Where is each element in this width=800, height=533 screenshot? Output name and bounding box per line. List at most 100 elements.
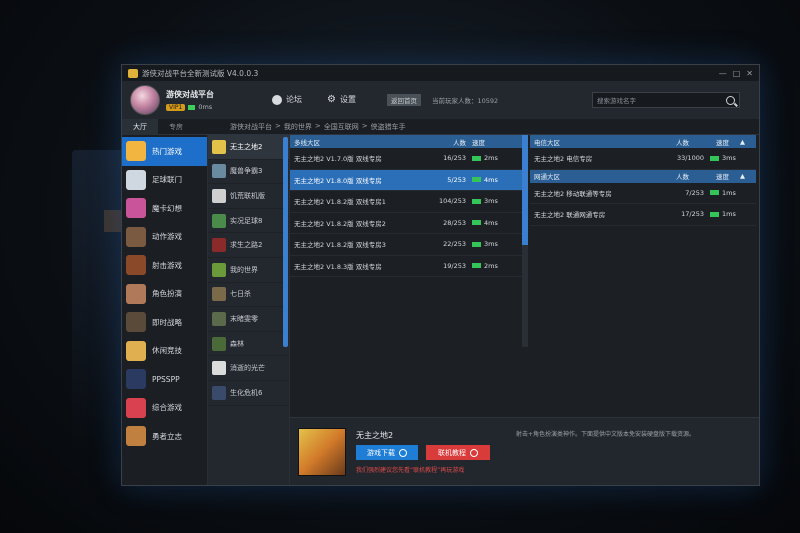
avatar[interactable] bbox=[130, 85, 160, 115]
game-item[interactable]: 七日杀 bbox=[208, 283, 289, 308]
signal-bar-icon bbox=[472, 263, 481, 269]
category-icon bbox=[126, 226, 146, 247]
category-item[interactable]: 休闲竞技 bbox=[122, 337, 207, 366]
game-label: 消逝的光芒 bbox=[230, 364, 265, 373]
settings-button[interactable]: ⚙ 设置 bbox=[327, 94, 356, 105]
forum-button[interactable]: 论坛 bbox=[272, 94, 302, 105]
game-item[interactable]: 消逝的光芒 bbox=[208, 356, 289, 381]
game-item[interactable]: 实况足球8 bbox=[208, 209, 289, 234]
background-blur bbox=[72, 150, 128, 450]
game-list-scrollbar[interactable] bbox=[283, 137, 288, 347]
download-button[interactable]: 游戏下载 bbox=[356, 445, 418, 460]
server-population: 19/253 bbox=[443, 261, 466, 270]
game-icon bbox=[212, 311, 226, 326]
column-population[interactable]: 人数 bbox=[432, 137, 472, 147]
game-label: 森林 bbox=[230, 339, 244, 348]
server-name: 无主之地2 V1.7.0版 双线专房 bbox=[294, 155, 382, 164]
game-item[interactable]: 我的世界 bbox=[208, 258, 289, 283]
column-speed[interactable]: 速度 bbox=[716, 137, 740, 147]
tutorial-button[interactable]: 联机教程 bbox=[426, 445, 490, 460]
category-item[interactable]: 即时战略 bbox=[122, 308, 207, 337]
gear-icon: ⚙ bbox=[327, 93, 336, 105]
game-item[interactable]: 末睹雯零 bbox=[208, 307, 289, 332]
signal-icon bbox=[188, 104, 196, 110]
search-input[interactable]: 搜索游戏名字 bbox=[592, 92, 740, 108]
category-icon bbox=[126, 198, 146, 219]
category-label: 勇者立志 bbox=[152, 431, 182, 441]
server-row[interactable]: 无主之地2 V1.8.2版 双线专房3 22/253 3ms bbox=[290, 234, 522, 256]
category-label: 射击游戏 bbox=[152, 260, 182, 270]
signal-bar-icon bbox=[710, 155, 719, 161]
server-row[interactable]: 无主之地2 V1.8.2版 双线专房1 104/253 3ms bbox=[290, 191, 522, 213]
server-row[interactable]: 无主之地2 V1.8.0版 双线专房 5/253 4ms bbox=[290, 169, 522, 191]
breadcrumb-item[interactable]: 游侠对战平台 bbox=[230, 122, 272, 132]
game-item[interactable]: 无主之地2 bbox=[208, 135, 289, 160]
breadcrumb-item[interactable]: 侠盗猎车手 bbox=[371, 122, 406, 132]
tab-private-rooms[interactable]: 专房 bbox=[158, 119, 194, 135]
category-icon bbox=[126, 169, 146, 190]
server-population: 33/1000 bbox=[676, 154, 704, 163]
column-population[interactable]: 人数 bbox=[676, 137, 716, 147]
game-icon bbox=[212, 213, 226, 228]
server-row[interactable]: 无主之地2 V1.8.2版 双线专房2 28/253 4ms bbox=[290, 213, 522, 234]
server-name: 无主之地2 移动联通等专房 bbox=[534, 189, 612, 198]
maximize-button[interactable]: □ bbox=[733, 69, 741, 78]
breadcrumb-item[interactable]: 全国互联网 bbox=[324, 122, 359, 132]
server-row[interactable]: 无主之地2 电信专房 33/1000 3ms bbox=[530, 148, 756, 170]
game-item[interactable]: 饥荒联机版 bbox=[208, 184, 289, 209]
game-item[interactable]: 生化危机6 bbox=[208, 381, 289, 406]
column-population[interactable]: 人数 bbox=[676, 171, 716, 181]
category-item[interactable]: 动作游戏 bbox=[122, 223, 207, 252]
game-item[interactable]: 魔兽争霸3 bbox=[208, 160, 289, 185]
category-item[interactable]: 角色扮演 bbox=[122, 280, 207, 309]
server-row[interactable]: 无主之地2 联通网通专房 17/253 1ms bbox=[530, 204, 756, 226]
server-row[interactable]: 无主之地2 V1.7.0版 双线专房 16/253 2ms bbox=[290, 148, 522, 170]
category-label: 综合游戏 bbox=[152, 403, 182, 413]
category-item[interactable]: 足球联门 bbox=[122, 166, 207, 195]
category-label: 角色扮演 bbox=[152, 289, 182, 299]
category-label: 休闲竞技 bbox=[152, 346, 182, 356]
server-row[interactable]: 无主之地2 移动联通等专房 7/253 1ms bbox=[530, 183, 756, 204]
server-population: 104/253 bbox=[438, 197, 466, 206]
breadcrumb-item[interactable]: 我的世界 bbox=[284, 122, 312, 132]
settings-label: 设置 bbox=[339, 95, 356, 104]
category-item[interactable]: 射击游戏 bbox=[122, 251, 207, 280]
signal-bar-icon bbox=[472, 177, 481, 183]
scrollbar-thumb[interactable] bbox=[522, 135, 528, 245]
server-speed: 2ms bbox=[472, 154, 498, 162]
breadcrumb: 游侠对战平台 > 我的世界 > 全国互联网 > 侠盗猎车手 bbox=[230, 121, 406, 132]
server-row[interactable]: 无主之地2 V1.8.3版 双线专房 19/253 2ms bbox=[290, 256, 522, 277]
category-item[interactable]: 综合游戏 bbox=[122, 394, 207, 423]
vip-badge: VIP1 bbox=[166, 103, 186, 111]
category-item[interactable]: 勇者立志 bbox=[122, 422, 207, 451]
tab-lobby[interactable]: 大厅 bbox=[122, 118, 158, 135]
category-item[interactable]: 热门游戏 bbox=[122, 137, 207, 166]
server-list-scrollbar[interactable] bbox=[522, 135, 528, 347]
game-detail-panel: 无主之地2 游戏下载 联机教程 我们强烈建议您先看“联机教程”再玩游戏 射击+角… bbox=[290, 417, 759, 485]
server-name: 无主之地2 V1.8.2版 双线专房2 bbox=[294, 219, 386, 228]
signal-bar-icon bbox=[710, 190, 719, 196]
game-icon bbox=[212, 262, 226, 277]
back-home-button[interactable]: 返回首页 bbox=[387, 94, 421, 106]
game-label: 魔兽争霸3 bbox=[230, 167, 263, 176]
minimize-button[interactable]: — bbox=[719, 69, 727, 78]
column-speed[interactable]: 速度 bbox=[716, 171, 740, 181]
game-item[interactable]: 求生之路2 bbox=[208, 233, 289, 258]
speed-value: 1ms bbox=[722, 188, 736, 197]
server-name: 无主之地2 V1.8.3版 双线专房 bbox=[294, 262, 382, 271]
arrow-right-icon bbox=[470, 448, 478, 457]
game-label: 末睹雯零 bbox=[230, 314, 258, 323]
close-button[interactable]: ✕ bbox=[746, 69, 753, 78]
game-item[interactable]: 森林 bbox=[208, 332, 289, 357]
game-icon bbox=[212, 385, 226, 400]
collapse-icon[interactable]: ▲ bbox=[740, 172, 756, 180]
category-item[interactable]: 魔卡幻想 bbox=[122, 194, 207, 223]
column-speed[interactable]: 速度 bbox=[472, 137, 485, 147]
game-icon bbox=[212, 139, 226, 154]
category-item[interactable]: PPSSPP bbox=[122, 365, 207, 394]
collapse-icon[interactable]: ▲ bbox=[740, 138, 756, 146]
category-icon bbox=[126, 426, 146, 447]
speed-value: 4ms bbox=[484, 218, 498, 227]
search-icon[interactable] bbox=[726, 95, 735, 105]
zone-lists: 电信大区 人数 速度 ▲ 无主之地2 电信专房 33/1000 3ms 网通大区 人数 速度 ▲ 无主… bbox=[530, 135, 756, 226]
